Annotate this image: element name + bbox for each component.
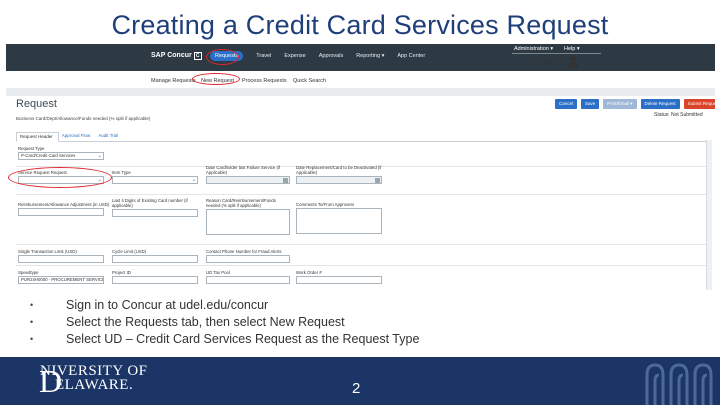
speedtype-input[interactable]: PUR24H0000 - PROCUREMENT SERVICES [18, 276, 104, 284]
concur-logo: SAP Concur C [151, 52, 202, 60]
tab-approval-flow[interactable]: Approval Flow [59, 132, 96, 141]
page-number: 2 [352, 380, 361, 397]
date-cardholder-field: Date Cardholder last Failure Service (if… [206, 165, 290, 184]
reason-field: Reason Card/Reimbursement/Funds needed (… [206, 198, 290, 235]
instruction-list: • Sign in to Concur at udel.edu/concur • S… [30, 297, 419, 348]
divider [16, 265, 706, 266]
cancel-button[interactable]: Cancel [555, 99, 578, 109]
comments-field: Comments To/From Approvers [296, 202, 382, 234]
nav-reporting[interactable]: Reporting ▾ [356, 53, 384, 61]
requests-tab-highlight [206, 49, 239, 65]
user-avatar-icon[interactable] [568, 55, 578, 68]
date-deactivate-input[interactable] [296, 176, 382, 184]
submit-request-button[interactable]: Submit Request [683, 99, 715, 109]
chevron-down-icon: ⌄ [97, 153, 102, 159]
reason-textarea[interactable] [206, 209, 290, 235]
speedtype-field: Speedtype PUR24H0000 - PROCUREMENT SERVI… [18, 270, 104, 284]
request-actions: Cancel Save Print/Email ▾ Delete Request… [555, 99, 715, 109]
ud-tax-pool-field: UD Tax Pool [206, 270, 290, 284]
request-type-select[interactable]: P-Card/Credit Card Services ⌄ [18, 152, 104, 160]
request-page-title: Request [16, 98, 57, 110]
tab-audit-trail[interactable]: Audit Trail [95, 132, 123, 141]
concur-screenshot: SAP Concur C Requests Travel Expense Appr… [6, 44, 715, 290]
date-deactivate-field: Date Replacement/Card to be Deactivated … [296, 165, 382, 184]
bullet-icon: • [30, 334, 34, 344]
cycle-limit-input[interactable] [112, 255, 198, 263]
project-id-input[interactable] [112, 276, 198, 284]
work-order-input[interactable] [296, 276, 382, 284]
cycle-limit-field: Cycle Limit (USD) [112, 249, 198, 263]
work-order-field: Work Order # [296, 270, 382, 284]
concur-top-bar: SAP Concur C Requests Travel Expense Appr… [6, 44, 715, 71]
profile-menu[interactable]: Profile ▾ [540, 59, 560, 65]
calendar-icon[interactable] [375, 178, 380, 183]
request-header-form: Request Type P-Card/Credit Card Services… [16, 144, 706, 290]
divider [16, 194, 706, 195]
subnav-quick-search[interactable]: Quick Search [293, 78, 326, 84]
university-of-delaware-logo: NIVERSITY OF ELAWARE. D [39, 363, 148, 399]
project-id-field: Project ID [112, 270, 198, 284]
slide-footer: NIVERSITY OF ELAWARE. D 2 [0, 357, 720, 405]
nav-approvals[interactable]: Approvals [319, 53, 343, 61]
contact-phone-input[interactable] [206, 255, 290, 263]
divider [16, 244, 706, 245]
tab-request-header[interactable]: Request Header [16, 132, 59, 142]
request-tabs: Request Header Approval Flow Audit Trail [16, 132, 710, 142]
concur-main-nav: Requests Travel Expense Approvals Report… [210, 51, 438, 61]
bullet-icon: • [30, 300, 34, 310]
divider [512, 53, 601, 54]
decorative-pattern-icon [645, 363, 713, 405]
comments-textarea[interactable] [296, 208, 382, 234]
ud-tax-pool-input[interactable] [206, 276, 290, 284]
instruction-item: • Select UD – Credit Card Services Reques… [30, 332, 420, 346]
chevron-down-icon: ⌄ [191, 177, 196, 183]
save-button[interactable]: Save [581, 99, 600, 109]
help-menu[interactable]: Help ▾ [564, 46, 580, 52]
delete-request-button[interactable]: Delete Request [640, 99, 680, 109]
header-band [6, 88, 715, 96]
bullet-icon: • [30, 317, 34, 327]
date-cardholder-input[interactable] [206, 176, 290, 184]
contact-phone-field: Contact Phone Number for Fraud Alerts [206, 249, 290, 263]
nav-app-center[interactable]: App Center [397, 53, 425, 61]
instruction-item: • Select the Requests tab, then select Ne… [30, 315, 345, 329]
new-request-highlight [192, 73, 240, 85]
nav-travel[interactable]: Travel [256, 53, 271, 61]
request-type-field: Request Type P-Card/Credit Card Services… [18, 146, 104, 160]
reimbursement-field: Reimbursement/Allowance Adjustment (in U… [18, 202, 109, 216]
single-limit-input[interactable] [18, 255, 104, 263]
calendar-icon[interactable] [283, 178, 288, 183]
single-limit-field: Single Transaction Limit (USD) [18, 249, 104, 263]
print-email-button[interactable]: Print/Email ▾ [603, 99, 637, 109]
form-scrollbar[interactable] [706, 140, 712, 290]
last4-input[interactable] [112, 209, 198, 217]
reimbursement-input[interactable] [18, 208, 104, 216]
concur-sub-nav: Manage Requests New Request Process Requ… [6, 71, 715, 88]
last4-field: Last 4 Digits of Existing Card number (i… [112, 198, 198, 217]
subnav-process-requests[interactable]: Process Requests [242, 78, 287, 84]
subnav-manage-requests[interactable]: Manage Requests [151, 78, 196, 84]
request-status: Status: Not Submitted [654, 112, 703, 118]
instruction-item: • Sign in to Concur at udel.edu/concur [30, 298, 269, 312]
slide-title: Creating a Credit Card Services Request [111, 10, 609, 40]
administration-menu[interactable]: Administration ▾ [514, 46, 553, 52]
item-type-field: Item Type ⌄ [112, 170, 198, 184]
nav-expense[interactable]: Expense [284, 53, 305, 61]
service-request-highlight [8, 167, 112, 188]
request-description: Business Card/Dept/Allowance/Funds neede… [16, 116, 151, 121]
item-type-select[interactable]: ⌄ [112, 176, 198, 184]
